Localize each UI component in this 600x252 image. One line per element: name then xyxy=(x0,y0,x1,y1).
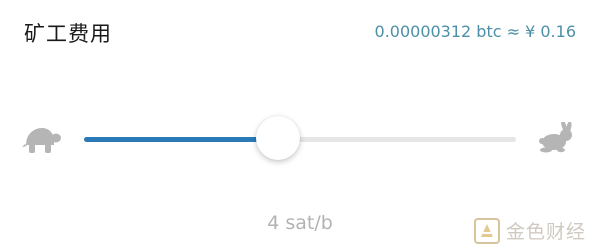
fee-slider-thumb[interactable] xyxy=(256,116,301,160)
watermark-text: 金色财经 xyxy=(505,221,586,243)
rabbit-icon xyxy=(536,120,576,156)
fee-slider-fill xyxy=(84,137,279,142)
watermark-logo-icon xyxy=(473,217,500,244)
page-title: 矿工费用 xyxy=(24,22,112,46)
watermark: 金色财经 xyxy=(473,217,586,244)
fee-amount: 0.00000312 btc ≈ ¥ 0.16 xyxy=(374,22,576,41)
turtle-icon xyxy=(22,122,62,156)
